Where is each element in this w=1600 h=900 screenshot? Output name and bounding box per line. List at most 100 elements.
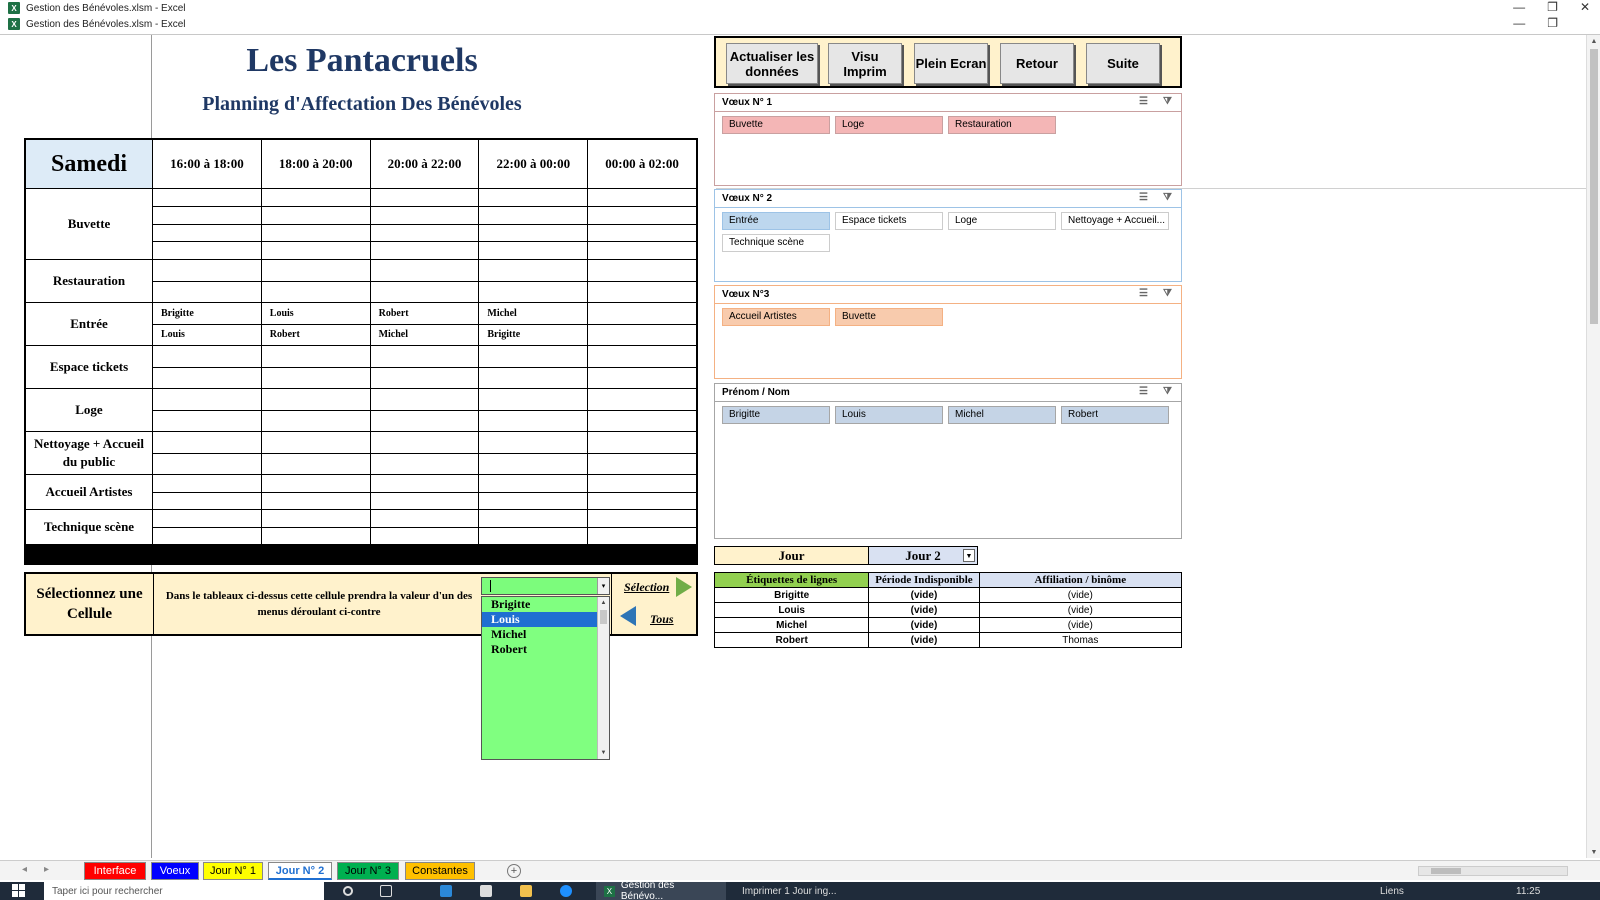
back-button[interactable]: Retour: [1000, 43, 1074, 84]
volunteer-cell[interactable]: [479, 510, 588, 527]
volunteer-cell[interactable]: [370, 527, 479, 544]
volunteer-cell[interactable]: [479, 389, 588, 410]
volunteer-cell[interactable]: [370, 242, 479, 259]
pivot-cell[interactable]: Robert: [713, 632, 870, 648]
slicer-item[interactable]: Espace tickets: [835, 212, 943, 230]
volunteer-cell[interactable]: [588, 281, 696, 302]
scroll-down-icon[interactable]: ▼: [598, 747, 609, 759]
pivot-filter-value[interactable]: Jour 2 ▼: [869, 547, 977, 564]
dropdown-option[interactable]: Louis: [482, 612, 598, 627]
add-sheet-icon[interactable]: +: [507, 864, 521, 878]
scroll-up-icon[interactable]: ▲: [1587, 35, 1600, 47]
scroll-thumb[interactable]: [1590, 49, 1598, 324]
volunteer-cell[interactable]: [479, 527, 588, 544]
taskbar-app-excel[interactable]: X Gestion des Bénévo...: [596, 880, 726, 900]
slicer-item[interactable]: Buvette: [722, 116, 830, 134]
volunteer-cell[interactable]: [370, 475, 479, 492]
volunteer-cell[interactable]: [153, 346, 261, 367]
volunteer-cell[interactable]: [588, 432, 696, 453]
volunteer-cell[interactable]: [261, 367, 370, 388]
pivot-cell[interactable]: Brigitte: [713, 587, 870, 603]
volunteer-cell[interactable]: [153, 260, 261, 281]
slicer-item[interactable]: Technique scène: [722, 234, 830, 252]
volunteer-cell[interactable]: [261, 224, 370, 242]
arrow-left-icon[interactable]: [620, 606, 636, 626]
slicer-item[interactable]: Restauration: [948, 116, 1056, 134]
volunteer-cell[interactable]: [370, 281, 479, 302]
pivot-cell[interactable]: (vide): [868, 587, 980, 603]
pivot-column-header[interactable]: Étiquettes de lignes: [713, 572, 870, 588]
volunteer-cell[interactable]: Michel: [370, 324, 479, 345]
volunteer-cell[interactable]: [153, 410, 261, 431]
volunteer-cell[interactable]: [261, 527, 370, 544]
volunteer-cell[interactable]: Louis: [153, 324, 261, 345]
volunteer-cell[interactable]: [370, 206, 479, 224]
tab-next-icon[interactable]: ▸: [44, 864, 49, 875]
edge-icon[interactable]: [558, 882, 574, 900]
filter-icon[interactable]: ▼: [963, 549, 975, 562]
volunteer-cell[interactable]: [370, 260, 479, 281]
pivot-cell[interactable]: Louis: [713, 602, 870, 618]
volunteer-cell[interactable]: [153, 510, 261, 527]
slicer-item[interactable]: Michel: [948, 406, 1056, 424]
volunteer-cell[interactable]: [479, 281, 588, 302]
volunteer-cell[interactable]: [153, 527, 261, 544]
volunteer-cell[interactable]: [370, 453, 479, 474]
volunteer-cell[interactable]: [588, 475, 696, 492]
volunteer-cell[interactable]: [479, 410, 588, 431]
volunteer-cell[interactable]: [588, 324, 696, 345]
tab-jour-n-3[interactable]: Jour N° 3: [337, 862, 399, 880]
volunteer-cell[interactable]: [588, 346, 696, 367]
dropdown-scrollbar[interactable]: ▲ ▼: [597, 597, 609, 759]
restore-icon[interactable]: ❐: [1547, 0, 1558, 14]
volunteer-cell[interactable]: [588, 453, 696, 474]
scroll-up-icon[interactable]: ▲: [598, 597, 609, 609]
task-view-icon[interactable]: [378, 882, 394, 900]
taskbar-search[interactable]: Taper ici pour rechercher: [44, 882, 324, 900]
volunteer-cell[interactable]: [153, 189, 261, 206]
volunteer-cell[interactable]: Brigitte: [153, 303, 261, 324]
volunteer-cell[interactable]: [479, 189, 588, 206]
clear-filter-icon[interactable]: ⧩: [1163, 96, 1172, 107]
volunteer-cell[interactable]: [153, 281, 261, 302]
scroll-thumb[interactable]: [600, 610, 607, 624]
chevron-down-icon[interactable]: ▾: [597, 578, 609, 594]
volunteer-cell[interactable]: [479, 367, 588, 388]
volunteer-cell[interactable]: [261, 242, 370, 259]
volunteer-cell[interactable]: [261, 410, 370, 431]
all-link[interactable]: Tous: [650, 612, 674, 627]
volunteer-cell[interactable]: [153, 389, 261, 410]
scroll-down-icon[interactable]: ▼: [1587, 846, 1600, 858]
volunteer-cell[interactable]: Robert: [370, 303, 479, 324]
refresh-button[interactable]: Actualiser les données: [726, 43, 818, 84]
volunteer-cell[interactable]: [261, 281, 370, 302]
name-dropdown-list[interactable]: Brigitte Louis Michel Robert ▲ ▼: [481, 596, 610, 760]
slicer-item[interactable]: Entrée: [722, 212, 830, 230]
slicer-item[interactable]: Louis: [835, 406, 943, 424]
volunteer-cell[interactable]: [261, 492, 370, 509]
volunteer-cell[interactable]: [588, 242, 696, 259]
minimize-icon[interactable]: —: [1513, 0, 1525, 14]
multi-select-icon[interactable]: ☰: [1139, 386, 1148, 397]
pivot-cell[interactable]: (vide): [978, 617, 1183, 633]
tab-jour-n-1[interactable]: Jour N° 1: [203, 862, 263, 880]
volunteer-cell[interactable]: [153, 475, 261, 492]
restore-icon[interactable]: ❐: [1547, 16, 1558, 30]
volunteer-cell[interactable]: [479, 453, 588, 474]
volunteer-cell[interactable]: [588, 206, 696, 224]
volunteer-cell[interactable]: [370, 410, 479, 431]
pivot-cell[interactable]: (vide): [978, 587, 1183, 603]
slicer-item[interactable]: Robert: [1061, 406, 1169, 424]
volunteer-cell[interactable]: Robert: [261, 324, 370, 345]
volunteer-cell[interactable]: [479, 432, 588, 453]
windows-start-icon[interactable]: [12, 882, 26, 900]
vertical-scrollbar[interactable]: ▲ ▼: [1586, 35, 1600, 858]
volunteer-cell[interactable]: Michel: [479, 303, 588, 324]
taskbar-app-print[interactable]: Imprimer 1 Jour ing...: [736, 882, 842, 900]
slicer-item[interactable]: Accueil Artistes: [722, 308, 830, 326]
volunteer-cell[interactable]: [588, 492, 696, 509]
volunteer-cell[interactable]: [261, 389, 370, 410]
slicer-item[interactable]: Loge: [835, 116, 943, 134]
volunteer-cell[interactable]: [370, 510, 479, 527]
volunteer-cell[interactable]: [261, 346, 370, 367]
